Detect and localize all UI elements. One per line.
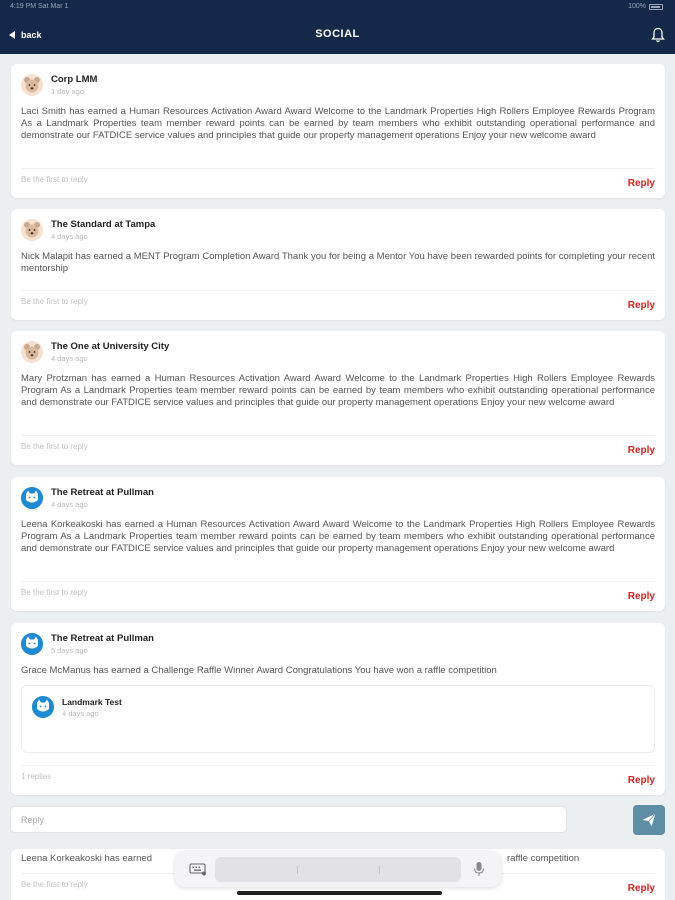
post-timestamp: 5 days ago [51, 646, 88, 655]
post-footer: Be the first to reply Reply [21, 581, 655, 603]
bear-icon [21, 341, 43, 363]
keyboard-shortcut-bar [175, 851, 501, 887]
post-author[interactable]: The Retreat at Pullman [51, 633, 154, 645]
post-text: Grace McManus has earned a Challenge Raf… [21, 665, 497, 676]
reply-button[interactable]: Reply [628, 300, 655, 311]
post-footer: Be the first to reply Reply [21, 168, 655, 190]
post-text: Nick Malapit has earned a MENT Program C… [21, 251, 655, 274]
replies-info: Be the first to reply [21, 297, 88, 306]
replies-info: Be the first to reply [21, 880, 88, 889]
reply-composer [0, 797, 675, 843]
post-card: The Retreat at Pullman 4 days ago Leena … [11, 477, 665, 611]
battery-indicator: 100% [628, 3, 663, 10]
post-header: Corp LMM 1 day ago [21, 74, 97, 100]
home-indicator[interactable] [237, 891, 442, 895]
post-header: The One at University City 4 days ago [21, 341, 169, 367]
cat-icon [32, 696, 54, 718]
bell-icon[interactable] [651, 27, 665, 43]
post-footer: Be the first to reply Reply [21, 290, 655, 312]
post-timestamp: 4 days ago [51, 500, 88, 509]
paper-plane-icon [642, 813, 656, 827]
post-timestamp: 1 day ago [51, 87, 84, 96]
post-footer: 1 replies Reply [21, 765, 655, 787]
post-author[interactable]: The Retreat at Pullman [51, 487, 154, 499]
microphone-icon[interactable] [473, 861, 485, 877]
reply-author[interactable]: Landmark Test [62, 696, 122, 708]
nested-reply[interactable]: Landmark Test 4 days ago [21, 685, 655, 753]
post-author[interactable]: Corp LMM [51, 74, 97, 86]
reply-button[interactable]: Reply [628, 178, 655, 189]
post-card: Corp LMM 1 day ago Laci Smith has earned… [11, 64, 665, 198]
predictive-divider [297, 866, 298, 874]
post-text: Mary Protzman has earned a Human Resourc… [21, 373, 655, 408]
post-card: The Retreat at Pullman 5 days ago Grace … [11, 623, 665, 795]
predictive-divider [379, 866, 380, 874]
bear-icon [21, 74, 43, 96]
social-feed[interactable]: Corp LMM 1 day ago Laci Smith has earned… [0, 54, 675, 900]
reply-header: Landmark Test 4 days ago [32, 696, 122, 722]
post-text: Laci Smith has earned a Human Resources … [21, 106, 655, 141]
cat-icon [21, 487, 43, 509]
replies-info: Be the first to reply [21, 442, 88, 451]
post-card: The One at University City 4 days ago Ma… [11, 331, 665, 465]
replies-info: Be the first to reply [21, 175, 88, 184]
page-title: SOCIAL [315, 28, 360, 40]
post-text: Leena Korkeakoski has earned a Human Res… [21, 519, 655, 554]
post-header: The Standard at Tampa 4 days ago [21, 219, 155, 245]
post-text-start: Leena Korkeakoski has earned [21, 853, 152, 864]
replies-count[interactable]: 1 replies [21, 772, 51, 781]
post-timestamp: 4 days ago [51, 354, 88, 363]
keyboard-icon[interactable] [189, 862, 207, 876]
post-author[interactable]: The One at University City [51, 341, 169, 353]
status-bar: 4:19 PM Sat Mar 1 100% [10, 3, 663, 13]
reply-button[interactable]: Reply [628, 445, 655, 456]
post-footer: Be the first to reply Reply [21, 435, 655, 457]
reply-button[interactable]: Reply [628, 775, 655, 786]
battery-percent: 100% [628, 3, 646, 10]
post-timestamp: 4 days ago [51, 232, 88, 241]
reply-input[interactable] [10, 806, 567, 833]
send-button[interactable] [633, 805, 665, 835]
app-header: 4:19 PM Sat Mar 1 100% back SOCIAL [0, 0, 675, 54]
reply-button[interactable]: Reply [628, 883, 655, 894]
battery-icon [649, 3, 663, 10]
status-time: 4:19 PM Sat Mar 1 [10, 3, 69, 10]
post-header: The Retreat at Pullman 5 days ago [21, 633, 154, 659]
post-text-end: raffle competition [507, 853, 580, 864]
replies-info: Be the first to reply [21, 588, 88, 597]
predictive-text-bar[interactable] [215, 857, 461, 882]
cat-icon [21, 633, 43, 655]
post-header: The Retreat at Pullman 4 days ago [21, 487, 154, 513]
post-author[interactable]: The Standard at Tampa [51, 219, 155, 231]
bear-icon [21, 219, 43, 241]
reply-timestamp: 4 days ago [62, 709, 99, 718]
post-card: The Standard at Tampa 4 days ago Nick Ma… [11, 209, 665, 320]
reply-button[interactable]: Reply [628, 591, 655, 602]
